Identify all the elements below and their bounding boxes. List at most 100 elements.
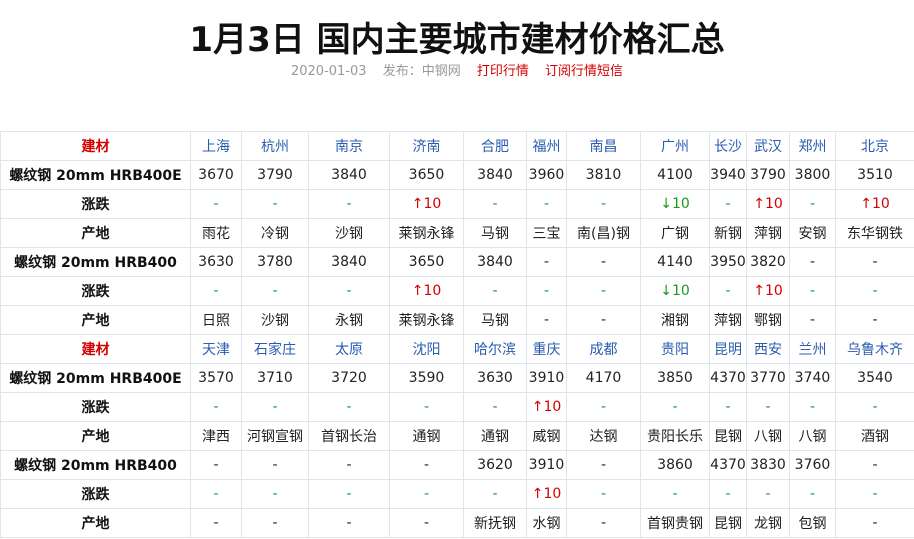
price-cell: 3840 bbox=[308, 247, 390, 277]
city-link[interactable]: 杭州 bbox=[241, 131, 309, 161]
city-link[interactable]: 重庆 bbox=[526, 334, 567, 364]
price-cell: 3740 bbox=[789, 363, 836, 393]
price-cell: 3710 bbox=[241, 363, 309, 393]
change-cell: - bbox=[389, 392, 464, 422]
city-link[interactable]: 兰州 bbox=[789, 334, 836, 364]
origin-cell: 八钢 bbox=[789, 421, 836, 451]
publish-date: 2020-01-03 bbox=[290, 64, 367, 79]
city-link[interactable]: 长沙 bbox=[709, 131, 747, 161]
city-link[interactable]: 南京 bbox=[308, 131, 390, 161]
origin-cell: 水钢 bbox=[526, 508, 567, 538]
origin-label: 产地 bbox=[0, 218, 191, 248]
price-cell: 3910 bbox=[526, 450, 567, 480]
price-cell: - bbox=[835, 450, 914, 480]
material-header: 建材 bbox=[0, 334, 191, 364]
change-cell: - bbox=[789, 479, 836, 509]
price-row: 螺纹钢 20mm HRB400 3630 3780 3840 3650 3840- -414… bbox=[0, 247, 914, 277]
origin-cell: 沙钢 bbox=[241, 305, 309, 335]
change-label: 涨跌 bbox=[0, 189, 191, 219]
change-cell: ↑10 bbox=[835, 189, 914, 219]
city-link[interactable]: 北京 bbox=[835, 131, 914, 161]
change-cell: - bbox=[463, 392, 527, 422]
origin-cell: - bbox=[835, 305, 914, 335]
subscribe-link[interactable]: 订阅行情短信 bbox=[545, 64, 623, 79]
origin-cell: 津西 bbox=[190, 421, 242, 451]
change-cell: - bbox=[308, 392, 390, 422]
origin-cell: 湘钢 bbox=[640, 305, 710, 335]
city-link[interactable]: 贵阳 bbox=[640, 334, 710, 364]
change-cell: - bbox=[308, 189, 390, 219]
origin-label: 产地 bbox=[0, 421, 191, 451]
origin-cell: - bbox=[389, 508, 464, 538]
origin-cell: 东华钢铁 bbox=[835, 218, 914, 248]
city-link[interactable]: 天津 bbox=[190, 334, 242, 364]
price-cell: 4370 bbox=[709, 363, 747, 393]
origin-cell: - bbox=[526, 305, 567, 335]
city-link[interactable]: 济南 bbox=[389, 131, 464, 161]
price-cell: - bbox=[389, 450, 464, 480]
origin-row: 产地 日照 沙钢 永钢 莱钢永锋 马钢 - - 湘钢 萍钢 鄂钢 - - bbox=[0, 305, 914, 335]
change-cell: - bbox=[463, 276, 527, 306]
change-cell: ↑10 bbox=[746, 276, 790, 306]
article-meta: 2020-01-03 发布：中钢网 打印行情 订阅行情短信 bbox=[0, 60, 914, 79]
origin-cell: 广钢 bbox=[640, 218, 710, 248]
origin-cell: 龙钢 bbox=[746, 508, 790, 538]
price-cell: 3570 bbox=[190, 363, 242, 393]
price-label: 螺纹钢 20mm HRB400E bbox=[0, 363, 191, 393]
origin-cell: 通钢 bbox=[389, 421, 464, 451]
origin-cell: 通钢 bbox=[463, 421, 527, 451]
city-link[interactable]: 哈尔滨 bbox=[463, 334, 527, 364]
price-cell: 3950 bbox=[709, 247, 747, 277]
city-link[interactable]: 郑州 bbox=[789, 131, 836, 161]
origin-cell: 雨花 bbox=[190, 218, 242, 248]
change-cell: - bbox=[709, 276, 747, 306]
city-link[interactable]: 乌鲁木齐 bbox=[835, 334, 914, 364]
change-cell: - bbox=[566, 392, 641, 422]
change-label: 涨跌 bbox=[0, 479, 191, 509]
city-link[interactable]: 合肥 bbox=[463, 131, 527, 161]
price-cell: 3510 bbox=[835, 160, 914, 190]
change-cell: - bbox=[463, 189, 527, 219]
city-link[interactable]: 上海 bbox=[190, 131, 242, 161]
change-cell: ↑10 bbox=[526, 392, 567, 422]
origin-cell: - bbox=[190, 508, 242, 538]
origin-cell: - bbox=[308, 508, 390, 538]
origin-cell: - bbox=[566, 305, 641, 335]
city-link[interactable]: 西安 bbox=[746, 334, 790, 364]
page-title: 1月3日 国内主要城市建材价格汇总 bbox=[189, 20, 725, 60]
city-link[interactable]: 昆明 bbox=[709, 334, 747, 364]
origin-cell: - bbox=[566, 508, 641, 538]
city-link[interactable]: 沈阳 bbox=[389, 334, 464, 364]
change-cell: - bbox=[835, 392, 914, 422]
change-cell: ↑10 bbox=[389, 276, 464, 306]
city-link[interactable]: 成都 bbox=[566, 334, 641, 364]
origin-cell: 萍钢 bbox=[746, 218, 790, 248]
price-cell: 4140 bbox=[640, 247, 710, 277]
change-cell: - bbox=[789, 392, 836, 422]
origin-cell: 昆钢 bbox=[709, 421, 747, 451]
city-link[interactable]: 广州 bbox=[640, 131, 710, 161]
change-cell: - bbox=[566, 189, 641, 219]
origin-cell: 新钢 bbox=[709, 218, 747, 248]
print-link[interactable]: 打印行情 bbox=[477, 64, 529, 79]
price-cell: 3650 bbox=[389, 247, 464, 277]
city-link[interactable]: 石家庄 bbox=[241, 334, 309, 364]
city-link[interactable]: 太原 bbox=[308, 334, 390, 364]
origin-cell: - bbox=[241, 508, 309, 538]
price-cell: - bbox=[835, 247, 914, 277]
city-link[interactable]: 福州 bbox=[526, 131, 567, 161]
header-row: 建材 天津 石家庄 太原 沈阳 哈尔滨 重庆 成都 贵阳 昆明 西安 兰州 乌鲁木齐 bbox=[0, 334, 914, 364]
origin-cell: - bbox=[835, 508, 914, 538]
origin-cell: 南(昌)钢 bbox=[566, 218, 641, 248]
change-cell: - bbox=[526, 276, 567, 306]
price-cell: 3840 bbox=[308, 160, 390, 190]
origin-cell: 马钢 bbox=[463, 305, 527, 335]
city-link[interactable]: 南昌 bbox=[566, 131, 641, 161]
origin-cell: 河钢宣钢 bbox=[241, 421, 309, 451]
material-header: 建材 bbox=[0, 131, 191, 161]
city-link[interactable]: 武汉 bbox=[746, 131, 790, 161]
change-cell: - bbox=[308, 479, 390, 509]
origin-cell: 达钢 bbox=[566, 421, 641, 451]
price-cell: 3590 bbox=[389, 363, 464, 393]
change-cell: - bbox=[190, 189, 242, 219]
